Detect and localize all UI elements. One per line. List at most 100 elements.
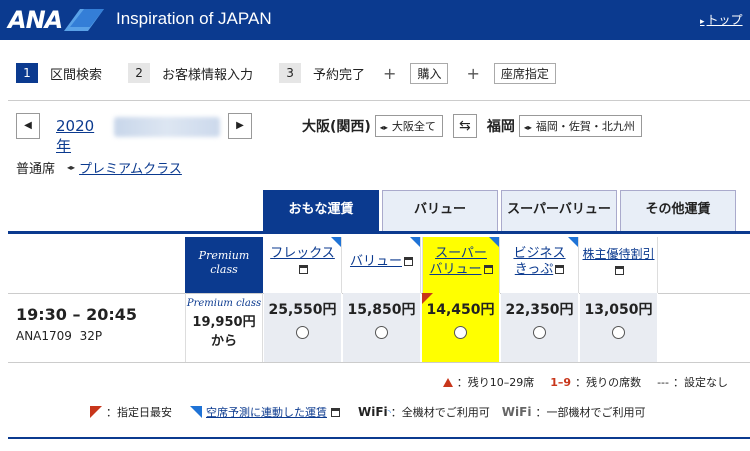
marker-legend: ：指定日最安 空席予測に連動した運賃 WiFi ◝ ：全機材でご利用可 WiFi … xyxy=(90,404,645,420)
seat-class-row: 普通席 ◂▸ プレミアムクラス xyxy=(16,158,182,177)
fare-radio[interactable] xyxy=(454,326,467,339)
divider xyxy=(8,100,750,101)
step-1-number: 1 xyxy=(16,63,38,83)
legend-wifi-some: ：一部機材でご利用可 xyxy=(535,406,646,419)
origin-city: 大阪(関西) xyxy=(302,119,371,135)
triangle-right-icon: ▸ xyxy=(700,17,705,27)
price-cell-shareholder[interactable]: 13,050円 xyxy=(580,293,658,362)
blue-corner-marker xyxy=(331,237,341,247)
premium-class-label: Premium class xyxy=(186,298,262,309)
flex-fare-link[interactable]: フレックス xyxy=(270,246,335,261)
destination-pill-label: 福岡・佐賀・北九州 xyxy=(535,120,635,133)
tab-other-fares[interactable]: その他運賃 xyxy=(620,190,736,231)
fare-radio[interactable] xyxy=(533,326,546,339)
price-business: 22,350円 xyxy=(505,302,574,318)
price-flex: 25,550円 xyxy=(268,302,337,318)
legend-few-seats: ：残り10–29席 xyxy=(456,376,535,389)
tab-main-fares[interactable]: おもな運賃 xyxy=(263,190,379,231)
selected-date[interactable]: 2020年 xyxy=(56,117,94,156)
price-value: 15,850円 xyxy=(347,302,416,318)
swap-route-button[interactable]: ⇆ xyxy=(452,114,477,138)
premium-class-link[interactable]: プレミアムクラス xyxy=(79,158,182,177)
document-icon[interactable] xyxy=(483,265,493,274)
triangle-right-icon: ▶ xyxy=(236,120,244,131)
origin-airport-pill[interactable]: ◂▸ 大阪全て xyxy=(374,115,443,137)
step-purchase: 購入 xyxy=(410,62,449,84)
plus-icon: + xyxy=(383,63,397,83)
triangle-left-icon: ◀ xyxy=(24,120,32,131)
fare-header-business: ビジネス きっぷ xyxy=(501,237,579,293)
route-selector: 大阪(関西) ◂▸ 大阪全て ⇆ 福岡 ◂▸ 福岡・佐賀・北九州 xyxy=(302,114,642,138)
fare-radio[interactable] xyxy=(612,326,625,339)
document-icon[interactable] xyxy=(404,257,413,266)
step-1-label: 区間検索 xyxy=(50,67,103,83)
business-fare-link-line2[interactable]: きっぷ xyxy=(515,262,553,277)
aircraft-type: 32P xyxy=(79,329,103,343)
price-cell-business[interactable]: 22,350円 xyxy=(501,293,579,362)
divider xyxy=(8,362,750,363)
top-link[interactable]: ▸ トップ xyxy=(700,11,750,28)
flight-time: 19:30 – 20:45 xyxy=(16,305,137,324)
super-value-fare-link[interactable]: スーパー xyxy=(435,246,487,261)
tab-super-value[interactable]: スーパーバリュー xyxy=(501,190,617,231)
fare-radio[interactable] xyxy=(375,326,388,339)
swap-icon: ⇆ xyxy=(458,118,471,134)
fare-header-flex: フレックス xyxy=(264,237,342,293)
premium-price-cell[interactable]: Premium class 19,950円 から xyxy=(185,293,263,362)
step-3-number: 3 xyxy=(279,63,302,83)
destination-airport-pill[interactable]: ◂▸ 福岡・佐賀・北九州 xyxy=(518,115,642,137)
prev-date-button[interactable]: ◀ xyxy=(16,113,40,139)
price-shareholder: 13,050円 xyxy=(584,302,653,318)
fare-table: Premium class フレックス バリュー スーパー バリュー ビジネス … xyxy=(8,231,750,363)
legend-dash-marker: --- xyxy=(657,375,669,389)
red-corner-marker xyxy=(422,293,433,304)
legend-cheapest: ：指定日最安 xyxy=(106,406,172,419)
flight-code: ANA1709 xyxy=(16,329,72,343)
document-icon[interactable] xyxy=(615,266,624,275)
value-fare-link[interactable]: バリュー xyxy=(350,254,402,269)
premium-from: から xyxy=(210,334,237,349)
fare-header-super-value: スーパー バリュー xyxy=(422,237,500,293)
super-value-fare-link-line2[interactable]: バリュー xyxy=(429,262,481,277)
premium-header-line1: Premium xyxy=(198,249,250,262)
fare-radio[interactable] xyxy=(296,326,309,339)
header-title: Inspiration of JAPAN xyxy=(116,9,272,28)
shareholder-fare-link[interactable]: 株主優待割引 xyxy=(582,247,654,261)
document-icon[interactable] xyxy=(331,407,340,417)
price-cell-value[interactable]: 15,850円 xyxy=(343,293,421,362)
progress-steps: 1 区間検索 2 お客様情報入力 3 予約完了 + 購入 + 座席指定 xyxy=(16,62,582,84)
step-3-label: 予約完了 xyxy=(313,67,366,83)
price-cell-super-value[interactable]: 14,450円 xyxy=(422,293,500,362)
top-link-label: トップ xyxy=(706,13,743,27)
next-date-button[interactable]: ▶ xyxy=(228,113,252,139)
double-arrow-icon: ◂▸ xyxy=(67,163,76,172)
flight-number: ANA1709 32P xyxy=(16,329,137,343)
red-corner-icon xyxy=(90,406,102,418)
bottom-divider xyxy=(8,437,750,439)
premium-price: 19,950円 xyxy=(192,315,256,330)
double-arrow-icon: ◂▸ xyxy=(379,123,388,132)
price-super-value: 14,450円 xyxy=(426,302,495,318)
document-icon[interactable] xyxy=(299,265,308,274)
ana-swoosh-icon xyxy=(64,9,105,31)
red-triangle-icon xyxy=(442,377,453,387)
premium-header-line2: class xyxy=(210,263,238,276)
tab-value[interactable]: バリュー xyxy=(382,190,498,231)
blue-corner-marker xyxy=(568,237,578,247)
blue-corner-marker xyxy=(489,237,499,247)
dynamic-fare-link[interactable]: 空席予測に連動した運賃 xyxy=(206,404,327,420)
business-fare-link[interactable]: ビジネス xyxy=(513,246,565,261)
step-seat-selection: 座席指定 xyxy=(493,62,556,84)
fare-header-value: バリュー xyxy=(343,237,421,293)
fare-header-shareholder: 株主優待割引 xyxy=(580,237,658,293)
legend-wifi-all: ：全機材でご利用可 xyxy=(390,406,490,419)
double-arrow-icon: ◂▸ xyxy=(523,123,532,132)
wifi-partial-icon: WiFi xyxy=(501,405,532,419)
wifi-icon: WiFi xyxy=(358,405,388,419)
ana-logo-text: ANA xyxy=(8,6,63,34)
step-2-label: お客様情報入力 xyxy=(162,67,254,83)
blue-corner-icon xyxy=(190,406,202,418)
price-cell-flex[interactable]: 25,550円 xyxy=(264,293,342,362)
ana-logo[interactable]: ANA xyxy=(8,4,105,36)
document-icon[interactable] xyxy=(555,265,565,274)
